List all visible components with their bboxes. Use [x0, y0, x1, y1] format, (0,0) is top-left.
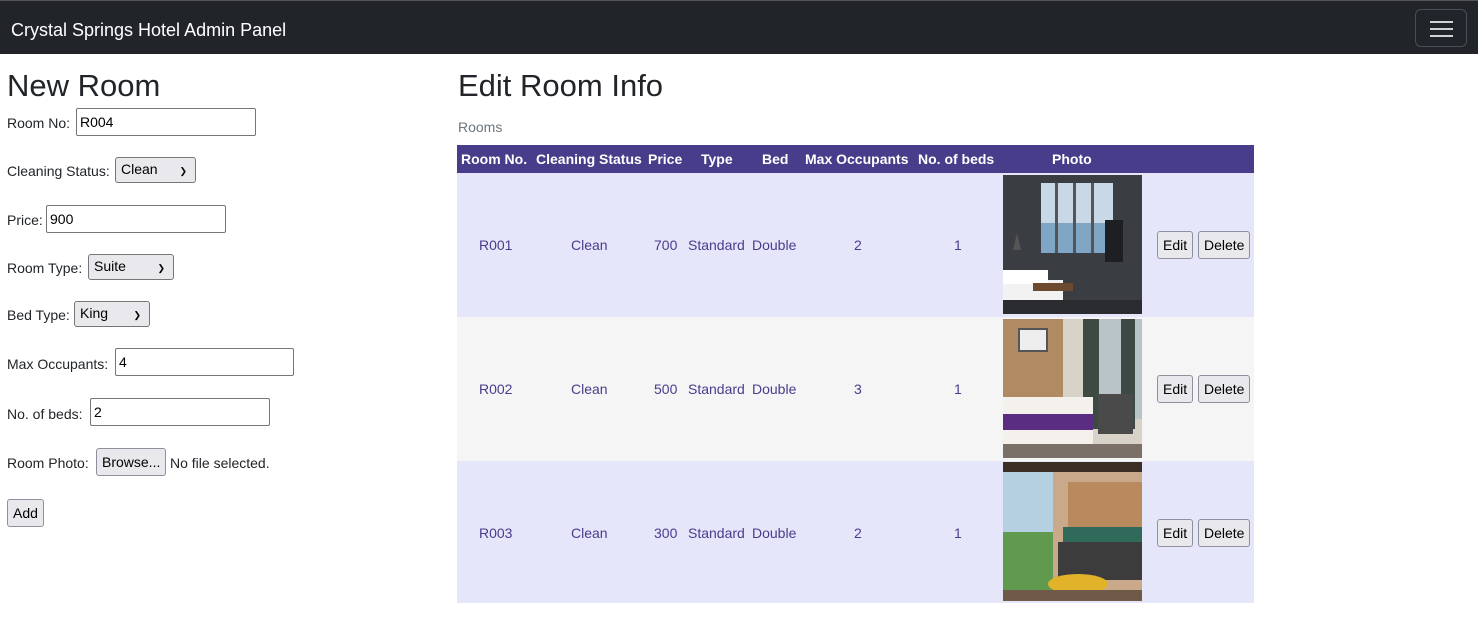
- browse-button[interactable]: Browse...: [96, 448, 167, 476]
- hamburger-icon-bar: [1430, 35, 1453, 37]
- header-type: Type: [701, 151, 733, 167]
- edit-room-title: Edit Room Info: [458, 68, 664, 103]
- header-photo: Photo: [1052, 151, 1092, 167]
- cell-bed: Double: [752, 525, 797, 541]
- bed-type-label: Bed Type:: [7, 307, 70, 323]
- cleaning-status-select[interactable]: Clean ❯: [115, 157, 196, 183]
- room-no-input[interactable]: [76, 108, 256, 136]
- cleaning-status-label: Cleaning Status:: [7, 163, 110, 179]
- table-row: R002 Clean 500 Standard Double 3 1 Edit …: [457, 317, 1254, 461]
- cell-max-occupants: 2: [854, 237, 862, 253]
- cell-max-occupants: 2: [854, 525, 862, 541]
- cell-no-of-beds: 1: [954, 237, 962, 253]
- room-type-value: Suite: [94, 258, 126, 274]
- hamburger-icon-bar: [1430, 28, 1453, 30]
- edit-button[interactable]: Edit: [1157, 519, 1194, 547]
- cell-room-no: R001: [479, 237, 513, 253]
- cell-cleaning-status: Clean: [571, 381, 608, 397]
- delete-button[interactable]: Delete: [1198, 375, 1251, 403]
- header-room-no: Room No.: [461, 151, 528, 167]
- table-row: R001 Clean 700 Standard Double 2 1 Edit …: [457, 173, 1254, 317]
- header-cleaning-status: Cleaning Status: [536, 151, 642, 167]
- hamburger-icon: [1430, 21, 1453, 23]
- cell-type: Standard: [688, 525, 745, 541]
- max-occupants-input[interactable]: [115, 348, 294, 376]
- menu-toggle-button[interactable]: [1415, 9, 1467, 47]
- delete-button[interactable]: Delete: [1198, 519, 1251, 547]
- cell-no-of-beds: 1: [954, 525, 962, 541]
- navbar: Crystal Springs Hotel Admin Panel: [0, 0, 1478, 54]
- chevron-down-icon: ❯: [133, 310, 141, 320]
- table-caption: Rooms: [458, 119, 503, 135]
- cell-room-no: R002: [479, 381, 513, 397]
- delete-button[interactable]: Delete: [1198, 231, 1251, 259]
- room-photo-image: [1003, 319, 1142, 458]
- navbar-brand[interactable]: Crystal Springs Hotel Admin Panel: [11, 20, 286, 41]
- new-room-title: New Room: [7, 68, 161, 103]
- room-photo-image: [1003, 462, 1142, 601]
- chevron-down-icon: ❯: [157, 263, 165, 273]
- edit-button[interactable]: Edit: [1157, 231, 1194, 259]
- cell-price: 500: [654, 381, 678, 397]
- header-no-of-beds: No. of beds: [918, 151, 995, 167]
- table-header-row: Room No. Cleaning Status Price Type Bed …: [457, 145, 1254, 173]
- bed-type-value: King: [80, 305, 109, 321]
- room-photo-label: Room Photo:: [7, 455, 89, 471]
- no-of-beds-input[interactable]: [90, 398, 270, 426]
- add-button[interactable]: Add: [7, 499, 44, 527]
- table-row: R003 Clean 300 Standard Double 2 1 Edit …: [457, 461, 1254, 603]
- cell-max-occupants: 3: [854, 381, 862, 397]
- file-status-text: No file selected.: [170, 455, 270, 471]
- cell-bed: Double: [752, 381, 797, 397]
- room-no-label: Room No:: [7, 115, 71, 131]
- cell-price: 300: [654, 525, 678, 541]
- chevron-down-icon: ❯: [179, 166, 187, 176]
- room-photo-image: [1003, 175, 1142, 314]
- cell-type: Standard: [688, 381, 745, 397]
- cell-type: Standard: [688, 237, 745, 253]
- price-input[interactable]: [46, 205, 226, 233]
- room-type-select[interactable]: Suite ❯: [88, 254, 174, 280]
- cell-no-of-beds: 1: [954, 381, 962, 397]
- header-price: Price: [648, 151, 683, 167]
- cell-bed: Double: [752, 237, 797, 253]
- cleaning-status-value: Clean: [121, 161, 158, 177]
- no-of-beds-label: No. of beds:: [7, 406, 83, 422]
- cell-cleaning-status: Clean: [571, 237, 608, 253]
- header-bed: Bed: [762, 151, 789, 167]
- cell-cleaning-status: Clean: [571, 525, 608, 541]
- cell-price: 700: [654, 237, 678, 253]
- room-type-label: Room Type:: [7, 260, 83, 276]
- cell-room-no: R003: [479, 525, 513, 541]
- price-label: Price:: [7, 212, 43, 228]
- edit-button[interactable]: Edit: [1157, 375, 1194, 403]
- max-occupants-label: Max Occupants:: [7, 356, 109, 372]
- bed-type-select[interactable]: King ❯: [74, 301, 150, 327]
- header-max-occupants: Max Occupants: [805, 151, 909, 167]
